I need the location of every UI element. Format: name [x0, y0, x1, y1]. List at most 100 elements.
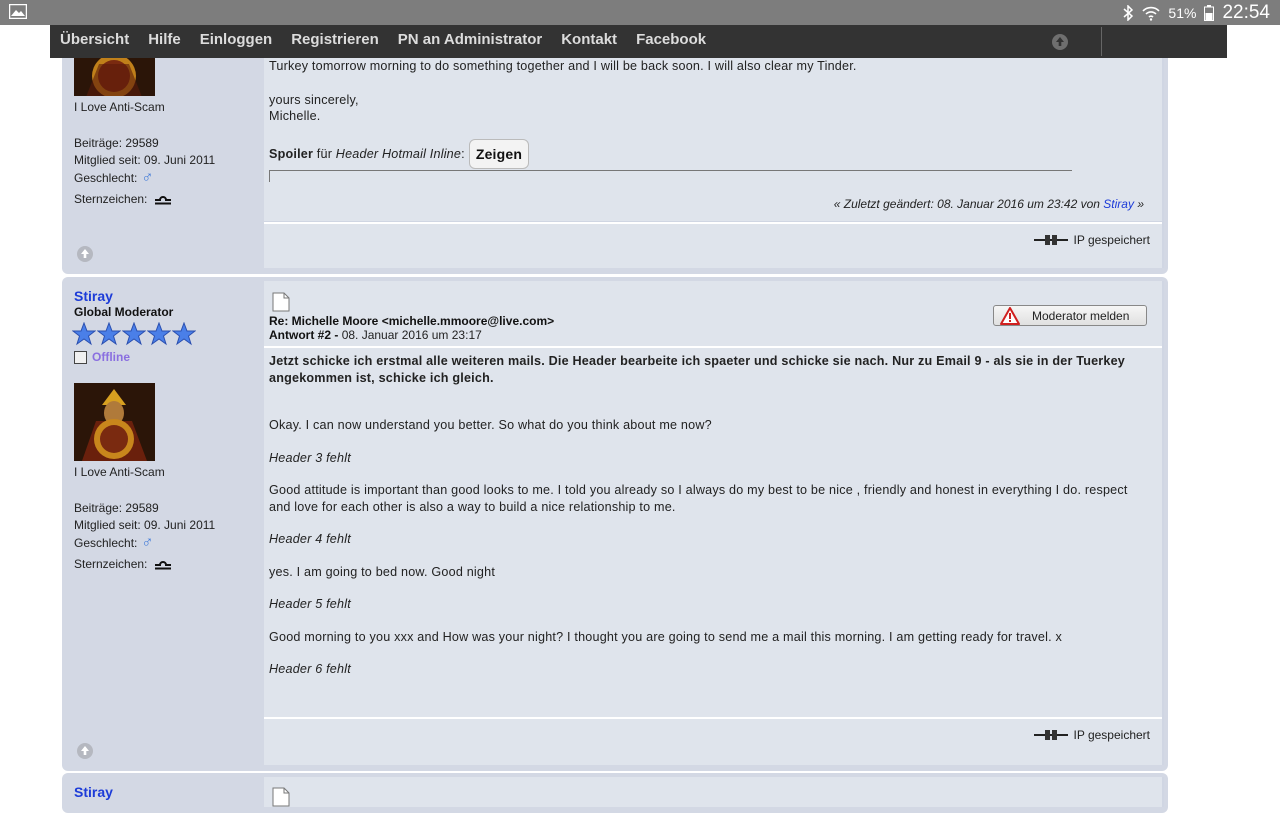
warning-icon: [1000, 306, 1020, 325]
edited-by-link[interactable]: Stiray: [1103, 197, 1134, 211]
header-missing-note: Header 5 fehlt: [269, 597, 351, 611]
header-missing-note: Header 4 fehlt: [269, 532, 351, 546]
post-footer: IP gespeichert: [264, 717, 1162, 765]
post-meta: Antwort #2 - 08. Januar 2016 um 23:17: [269, 328, 482, 342]
zodiac-label: Sternzeichen:: [74, 557, 148, 571]
spoiler-label: Spoiler: [269, 146, 314, 161]
post-3-inner: Stiray: [66, 777, 1164, 807]
poster-signature: I Love Anti-Scam: [74, 465, 165, 479]
scroll-up-icon[interactable]: [1050, 32, 1070, 52]
post-2: Stiray Global Moderator Offline I Love A…: [62, 277, 1168, 771]
gender-row: Geschlecht: ♂: [74, 168, 215, 188]
nav-login[interactable]: Einloggen: [190, 25, 282, 58]
body-line: Good morning to you xxx and How was your…: [269, 629, 1063, 644]
report-button-label: Moderator melden: [1032, 308, 1130, 323]
reply-label: Antwort #2 -: [269, 328, 339, 342]
nav-facebook[interactable]: Facebook: [626, 25, 715, 58]
ip-saved-label: IP gespeichert: [1073, 728, 1151, 742]
poster-name[interactable]: Stiray: [74, 288, 113, 304]
poster-name[interactable]: Stiray: [74, 784, 113, 800]
post-1-inner: I Love Anti-Scam Beiträge: 29589 Mitglie…: [66, 24, 1164, 268]
poster-role: Global Moderator: [74, 305, 174, 319]
spoiler-title: Header Hotmail Inline: [335, 146, 462, 161]
body-line: Good attitude is important than good loo…: [269, 483, 1128, 514]
male-icon: ♂: [141, 534, 154, 551]
body-line: Okay. I can now understand you better. S…: [269, 418, 712, 432]
edited-note: « Zuletzt geändert: 08. Januar 2016 um 2…: [834, 197, 1144, 211]
star-icon: [147, 322, 171, 346]
wifi-icon: [1142, 6, 1161, 21]
post-document-icon: [272, 292, 290, 312]
post-count: Beiträge: 29589: [74, 500, 159, 515]
body-line: Michelle.: [269, 109, 321, 123]
libra-icon: [155, 561, 172, 570]
nav-menu: Übersicht Hilfe Einloggen Registrieren P…: [50, 25, 715, 58]
body-line: yes. I am going to bed now. Good night: [269, 564, 496, 579]
zodiac-row: Sternzeichen:: [74, 188, 215, 210]
scroll-top-icon[interactable]: [76, 742, 94, 760]
bluetooth-icon: [1123, 5, 1134, 21]
body-line: yours sincerely,: [269, 92, 359, 107]
spoiler-row: Spoiler für Header Hotmail Inline: Zeige…: [269, 138, 857, 169]
header-separator: [264, 346, 1162, 348]
navbar-divider: [1101, 27, 1102, 56]
zodiac-row: Sternzeichen:: [74, 553, 215, 575]
avatar: [74, 383, 155, 461]
poster-panel: I Love Anti-Scam Beiträge: 29589 Mitglie…: [66, 24, 264, 268]
battery-icon: [1204, 5, 1215, 21]
intro-text: Jetzt schicke ich erstmal alle weiteren …: [269, 354, 1126, 385]
spoiler-box: [269, 170, 1072, 182]
rank-stars: [72, 322, 196, 346]
clock: 22:54: [1222, 2, 1270, 23]
post-document-icon: [272, 787, 290, 807]
post-1: I Love Anti-Scam Beiträge: 29589 Mitglie…: [62, 20, 1168, 274]
ip-saved: IP gespeichert: [1033, 728, 1151, 742]
gender-label: Geschlecht:: [74, 536, 138, 550]
reply-date: 08. Januar 2016 um 23:17: [341, 328, 482, 342]
spoiler-show-button[interactable]: Zeigen: [468, 138, 530, 169]
poster-stats: Beiträge: 29589 Mitglied seit: 09. Juni …: [74, 134, 215, 210]
nav-pm-admin[interactable]: PN an Administrator: [388, 25, 551, 58]
poster-panel: Stiray: [66, 777, 264, 807]
post-subject[interactable]: Re: Michelle Moore <michelle.mmoore@live…: [269, 314, 554, 328]
post-body: Jetzt schicke ich erstmal alle weiteren …: [269, 353, 1149, 678]
poster-signature: I Love Anti-Scam: [74, 100, 165, 114]
header-missing-note: Header 6 fehlt: [269, 662, 351, 676]
poster-panel: Stiray Global Moderator Offline I Love A…: [66, 281, 264, 765]
edited-suffix: »: [1137, 197, 1144, 211]
post-body: Turkey tomorrow morning to do something …: [269, 58, 857, 169]
edited-prefix: « Zuletzt geändert: 08. Januar 2016 um 2…: [833, 197, 1100, 211]
nav-register[interactable]: Registrieren: [281, 25, 388, 58]
scroll-top-icon[interactable]: [76, 245, 94, 263]
poster-stats: Beiträge: 29589 Mitglied seit: 09. Juni …: [74, 499, 215, 575]
ip-saved: IP gespeichert: [1033, 233, 1151, 247]
post-content: [264, 777, 1162, 807]
gallery-icon: [9, 4, 27, 19]
nav-help[interactable]: Hilfe: [138, 25, 190, 58]
report-to-moderator-button[interactable]: Moderator melden: [993, 305, 1147, 326]
body-line: Turkey tomorrow morning to do something …: [269, 59, 857, 73]
libra-icon: [155, 196, 172, 205]
battery-percent: 51%: [1168, 5, 1197, 21]
status-bar: 51% 22:54: [0, 0, 1280, 25]
ip-saved-label: IP gespeichert: [1073, 233, 1151, 247]
male-icon: ♂: [141, 169, 154, 186]
member-since: Mitglied seit: 09. Juni 2011: [74, 152, 216, 167]
online-status: Offline: [74, 350, 130, 364]
forum-navbar: Übersicht Hilfe Einloggen Registrieren P…: [50, 25, 1227, 58]
nav-overview[interactable]: Übersicht: [50, 25, 138, 58]
header-missing-note: Header 3 fehlt: [269, 450, 351, 465]
nav-contact[interactable]: Kontakt: [551, 25, 626, 58]
post-count: Beiträge: 29589: [74, 135, 159, 150]
gender-label: Geschlecht:: [74, 171, 138, 185]
status-label: Offline: [92, 350, 130, 364]
offline-icon: [74, 350, 87, 364]
member-since: Mitglied seit: 09. Juni 2011: [74, 517, 216, 532]
ip-plug-icon: [1033, 235, 1068, 245]
spoiler-for: für: [316, 146, 333, 161]
zodiac-label: Sternzeichen:: [74, 192, 148, 206]
forum-page: I Love Anti-Scam Beiträge: 29589 Mitglie…: [0, 0, 1280, 813]
star-icon: [172, 322, 196, 346]
post-content: Re: Michelle Moore <michelle.mmoore@live…: [264, 281, 1162, 717]
status-icons: 51% 22:54: [1122, 2, 1270, 24]
